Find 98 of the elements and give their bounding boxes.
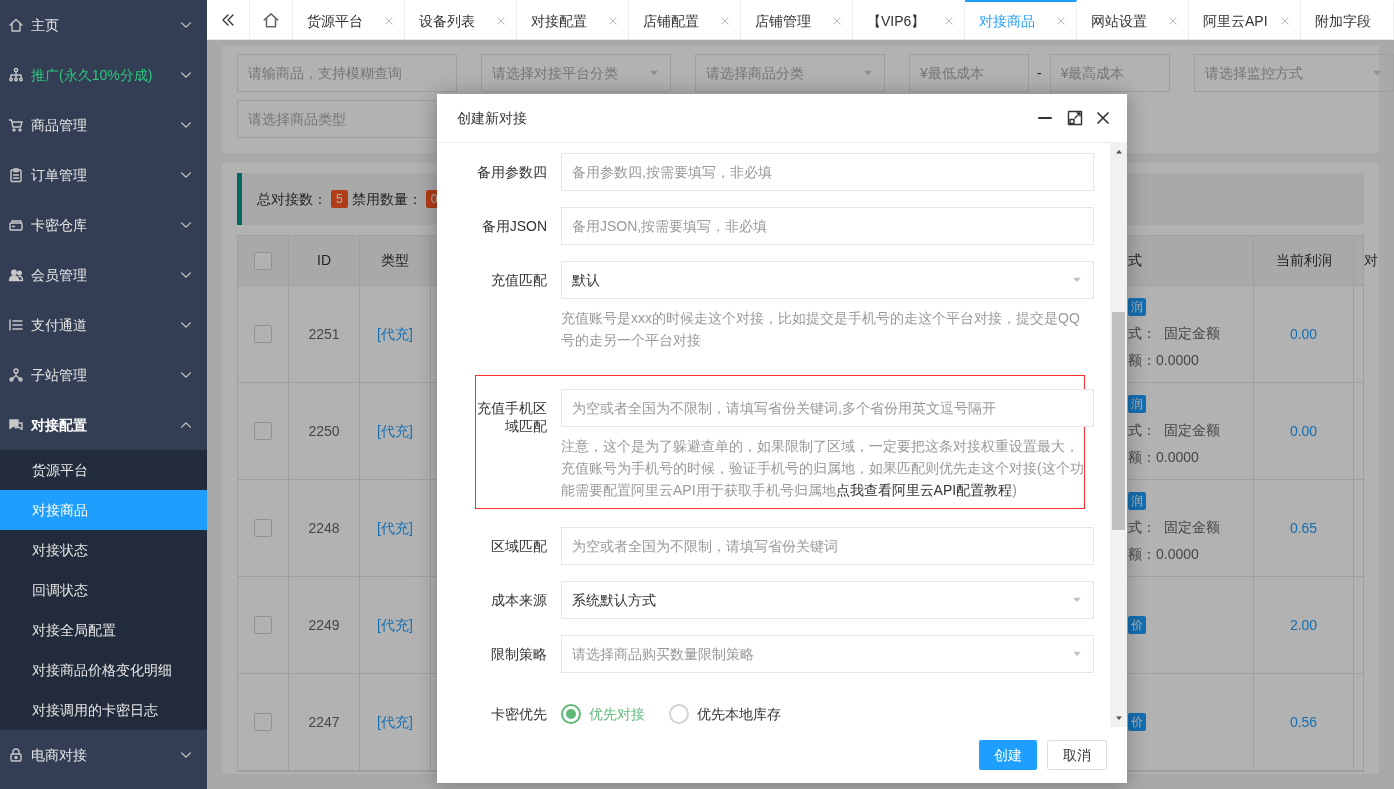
chat-icon <box>8 417 24 433</box>
range-separator: - <box>1037 63 1042 83</box>
tab[interactable]: 对接配置 <box>517 0 629 39</box>
table-cell-text: 2249 <box>308 615 340 635</box>
table-cell: 额：0.0000 <box>1128 545 1199 564</box>
help-link[interactable]: 点我查看阿里云API配置教程 <box>835 482 1013 498</box>
hierarchy-icon <box>8 67 24 83</box>
scrollbar[interactable] <box>1110 143 1127 727</box>
menu-item[interactable]: 商品管理 <box>0 100 207 150</box>
column-header: ID <box>317 251 331 270</box>
close-icon <box>1168 16 1178 26</box>
card-icon <box>8 217 24 233</box>
dialog-title: 创建新对接 <box>457 108 528 128</box>
table-cell-text: 2248 <box>308 518 340 538</box>
list-icon <box>8 317 24 333</box>
profit-value: 0.56 <box>1289 712 1318 732</box>
home-icon <box>262 10 280 29</box>
field-label: 充值匹配 <box>490 271 547 290</box>
tab[interactable]: 附加字段 <box>1301 0 1394 39</box>
field-label: 区域匹配 <box>490 537 547 556</box>
menu-item[interactable]: 子站管理 <box>0 350 207 400</box>
close-icon <box>384 16 394 26</box>
radio-option[interactable]: 优先本地库存 <box>669 703 781 725</box>
table-cell: 式： 固定金额 <box>1128 518 1220 537</box>
field-label: 充值手机区域匹配 <box>476 399 547 436</box>
column-header: 对 <box>1364 251 1378 270</box>
table-cell-text: 2250 <box>308 421 340 441</box>
method-tag: 价 <box>1128 616 1146 634</box>
tab[interactable]: 店铺配置 <box>629 0 741 39</box>
table-cell-text: 2247 <box>308 712 340 732</box>
profit-value: 0.00 <box>1289 324 1318 344</box>
users-icon <box>8 267 24 283</box>
tab[interactable]: 阿里云API <box>1189 0 1301 39</box>
method-tag: 润 <box>1128 395 1146 413</box>
table-cell: 额：0.0000 <box>1128 351 1199 370</box>
profit-value: 2.00 <box>1289 615 1318 635</box>
tab[interactable]: 设备列表 <box>405 0 517 39</box>
checkbox[interactable] <box>254 616 272 634</box>
field-label: 成本来源 <box>490 591 547 610</box>
menu-item[interactable]: 订单管理 <box>0 150 207 200</box>
submenu-item[interactable]: 回调状态 <box>0 570 207 610</box>
method-tag: 价 <box>1128 713 1146 731</box>
field-label: 卡密优先 <box>490 705 547 724</box>
profit-value: 0.00 <box>1289 421 1318 441</box>
close-icon <box>944 16 954 26</box>
maximize-icon[interactable] <box>1067 110 1083 126</box>
close-icon <box>1056 16 1066 26</box>
field-label: 限制策略 <box>490 645 547 664</box>
scroll-up-icon <box>1114 148 1123 156</box>
hierarchy-icon <box>8 367 24 383</box>
table-cell-text: 2251 <box>308 324 340 344</box>
cart-icon <box>8 117 24 133</box>
checkbox[interactable] <box>254 713 272 731</box>
cancel-button[interactable]: 取消 <box>1047 740 1107 770</box>
help-text: 充值账号是xxx的时候走这个对接，比如提交是手机号的走这个平台对接，提交是QQ号的走另一个平台对接 <box>561 309 1081 350</box>
scroll-down-icon <box>1114 714 1123 722</box>
checkbox[interactable] <box>254 519 272 537</box>
method-tag: 润 <box>1128 492 1146 510</box>
submenu-item[interactable]: 对接商品价格变化明细 <box>0 650 207 690</box>
column-header: 当前利润 <box>1275 251 1332 270</box>
menu-item[interactable]: 对接配置 <box>0 400 207 450</box>
close-icon <box>1280 16 1290 26</box>
close-icon <box>832 16 842 26</box>
tab[interactable]: 网站设置 <box>1077 0 1189 39</box>
submenu-item[interactable]: 对接调用的卡密日志 <box>0 690 207 730</box>
submenu-item[interactable]: 对接全局配置 <box>0 610 207 650</box>
clipboard-icon <box>8 167 24 183</box>
submenu-item[interactable]: 对接状态 <box>0 530 207 570</box>
menu-item[interactable]: 推广(永久10%分成) <box>0 50 207 100</box>
select-field[interactable]: 系统默认方式 <box>561 581 1094 619</box>
tab[interactable]: 货源平台 <box>293 0 405 39</box>
select-field[interactable]: 默认 <box>561 261 1094 299</box>
close-icon <box>720 16 730 26</box>
tab[interactable]: 店铺管理 <box>741 0 853 39</box>
menu-item[interactable]: 主页 <box>0 0 207 50</box>
checkbox[interactable] <box>254 325 272 343</box>
lock-icon <box>8 747 24 763</box>
help-text: 注意，这个是为了躲避查单的，如果限制了区域，一定要把这条对接权重设置最大，充值账号为手机号的时候，验证手机号的归属地，如果匹配则优先走这个对接(这个功能需要配置阿里云API用于获取手机号归属地点我查看阿里云API配置教程) <box>561 437 1085 500</box>
profit-value: 0.65 <box>1289 518 1318 538</box>
menu-item[interactable]: 会员管理 <box>0 250 207 300</box>
menu-item[interactable]: 支付通道 <box>0 300 207 350</box>
close-icon <box>496 16 506 26</box>
checkbox[interactable] <box>254 251 272 270</box>
close-icon[interactable] <box>1095 110 1111 126</box>
column-header: 类型 <box>381 251 409 270</box>
column-header: 式 <box>1128 251 1142 270</box>
count-badge: 5 <box>331 190 348 208</box>
table-cell: 式： 固定金额 <box>1128 421 1220 440</box>
table-cell: 额：0.0000 <box>1128 448 1199 467</box>
checkbox[interactable] <box>254 422 272 440</box>
menu-item[interactable]: 电商对接 <box>0 730 207 780</box>
table-cell: 式： 固定金额 <box>1128 324 1220 343</box>
home-icon <box>8 17 24 33</box>
tab[interactable]: 【VIP6】 <box>853 0 965 39</box>
submenu-item[interactable]: 货源平台 <box>0 450 207 490</box>
close-icon <box>608 16 618 26</box>
method-tag: 润 <box>1128 298 1146 316</box>
menu-item[interactable]: 卡密仓库 <box>0 200 207 250</box>
